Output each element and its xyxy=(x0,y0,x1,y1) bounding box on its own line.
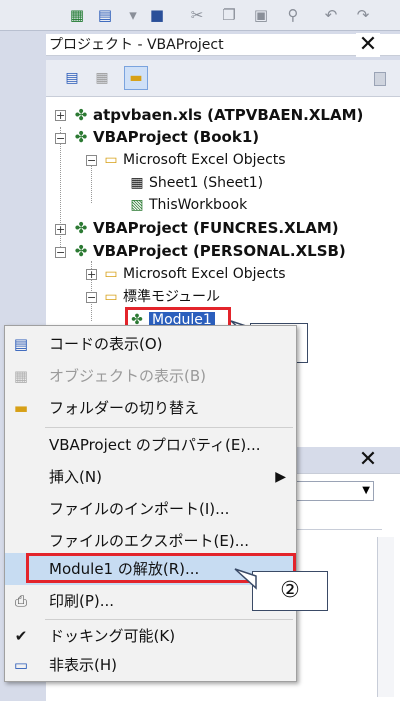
tree-item-label: atpvbaen.xls (ATPVBAEN.XLAM) xyxy=(93,106,364,124)
callout-2-pointer xyxy=(234,568,257,590)
checkmark-icon: ✔ xyxy=(14,627,28,645)
project-panel-title-text: プロジェクト - VBAProject xyxy=(49,37,224,53)
menu-item-label: VBAProject のプロパティ(E)... xyxy=(49,436,261,454)
menu-item-toggle-folders[interactable]: ▬ フォルダーの切り替え xyxy=(5,392,296,424)
folder-icon: ▭ xyxy=(104,289,118,305)
insert-form-icon[interactable]: ▤ xyxy=(94,4,116,26)
view-code-icon: ▤ xyxy=(13,335,29,353)
close-icon[interactable]: ✕ xyxy=(356,448,380,472)
tree-item[interactable]: ✤ atpvbaen.xls (ATPVBAEN.XLAM) xyxy=(72,105,364,125)
menu-item-view-object[interactable]: ▦ オブジェクトの表示(B) xyxy=(5,360,296,392)
tree-item[interactable]: ▭ 標準モジュール xyxy=(102,287,220,307)
tree-item-label: VBAProject (FUNCRES.XLAM) xyxy=(93,219,339,237)
tree-item[interactable]: ✤ VBAProject (Book1) xyxy=(72,127,259,147)
menu-item-label: フォルダーの切り替え xyxy=(49,399,200,417)
menu-item-label: 非表示(H) xyxy=(49,656,117,674)
tree-item[interactable]: ▭ Microsoft Excel Objects xyxy=(102,150,286,170)
worksheet-icon: ▦ xyxy=(130,175,144,191)
project-panel-title: プロジェクト - VBAProject xyxy=(46,34,400,56)
vba-project-icon: ✤ xyxy=(74,106,88,124)
tree-guide xyxy=(60,127,61,257)
close-icon[interactable]: ✕ xyxy=(356,33,380,57)
expand-icon[interactable]: + xyxy=(86,269,97,280)
vba-project-icon: ✤ xyxy=(74,242,88,260)
callout-2-label: ② xyxy=(280,578,300,603)
cut-icon[interactable]: ✂ xyxy=(186,4,208,26)
tree-item-label: Sheet1 (Sheet1) xyxy=(149,175,264,191)
callout-2: ② xyxy=(252,571,328,611)
tree-item-label: VBAProject (Book1) xyxy=(93,128,260,146)
copy-icon[interactable]: ❐ xyxy=(218,4,240,26)
tree-item-label: 標準モジュール xyxy=(123,289,221,305)
menu-item-label: オブジェクトの表示(B) xyxy=(49,367,206,385)
menu-item-label: コードの表示(O) xyxy=(49,335,163,353)
collapse-icon[interactable]: − xyxy=(86,155,97,166)
menu-item-insert[interactable]: 挿入(N) ▶ xyxy=(5,461,296,493)
menu-item-dockable[interactable]: ✔ ドッキング可能(K) xyxy=(5,620,296,652)
view-object-icon[interactable]: ▦ xyxy=(90,66,114,90)
folder-icon: ▬ xyxy=(13,399,29,417)
save-icon[interactable]: ■ xyxy=(146,4,168,26)
menu-item-label: 挿入(N) xyxy=(49,468,102,486)
tree-item[interactable]: ▧ ThisWorkbook xyxy=(128,195,247,215)
expand-icon[interactable]: + xyxy=(55,224,66,235)
view-code-icon[interactable]: ▤ xyxy=(60,66,84,90)
folder-icon: ▭ xyxy=(104,152,118,168)
chevron-down-icon[interactable]: ▾ xyxy=(122,4,144,26)
tree-item[interactable]: ▦ Sheet1 (Sheet1) xyxy=(128,173,263,193)
project-panel-toolbar: ▤ ▦ ▬ xyxy=(46,60,400,97)
scrollbar[interactable] xyxy=(377,537,394,697)
collapse-icon[interactable]: − xyxy=(55,133,66,144)
expand-icon[interactable]: + xyxy=(55,110,66,121)
tree-item[interactable]: ✤ VBAProject (FUNCRES.XLAM) xyxy=(72,218,339,238)
tree-item-label: VBAProject (PERSONAL.XLSB) xyxy=(93,242,346,260)
window-icon: ▭ xyxy=(13,656,29,674)
tree-item-label: Microsoft Excel Objects xyxy=(123,152,286,168)
collapse-icon[interactable]: − xyxy=(55,247,66,258)
menu-item-project-properties[interactable]: VBAProject のプロパティ(E)... xyxy=(5,429,296,461)
vba-project-icon: ✤ xyxy=(74,219,88,237)
chevron-down-icon[interactable]: ▼ xyxy=(362,482,370,500)
paste-icon[interactable]: ▣ xyxy=(250,4,272,26)
view-object-icon: ▦ xyxy=(13,367,29,385)
context-menu: ▤ コードの表示(O) ▦ オブジェクトの表示(B) ▬ フォルダーの切り替え … xyxy=(4,325,297,682)
tree-item[interactable]: ✤ VBAProject (PERSONAL.XLSB) xyxy=(72,241,346,261)
collapse-icon[interactable]: − xyxy=(86,292,97,303)
menu-item-label: ファイルのインポート(I)... xyxy=(49,500,230,518)
workbook-icon: ▧ xyxy=(130,197,144,213)
print-icon: ⎙ xyxy=(14,592,27,610)
undo-icon[interactable]: ↶ xyxy=(320,4,342,26)
submenu-arrow-icon: ▶ xyxy=(275,469,286,485)
menu-item-label: 印刷(P)... xyxy=(49,592,115,610)
redo-icon[interactable]: ↷ xyxy=(352,4,374,26)
menu-item-import-file[interactable]: ファイルのインポート(I)... xyxy=(5,493,296,525)
toggle-folders-icon[interactable]: ▬ xyxy=(124,66,148,90)
tree-item-label: Microsoft Excel Objects xyxy=(123,266,286,282)
folder-icon: ▭ xyxy=(104,266,118,282)
menu-separator xyxy=(45,427,293,428)
menu-item-view-code[interactable]: ▤ コードの表示(O) xyxy=(5,328,296,360)
find-icon[interactable]: ⚲ xyxy=(282,4,304,26)
vbe-toolbar: ▦ ▤ ▾ ■ ✂ ❐ ▣ ⚲ ↶ ↷ xyxy=(0,0,400,31)
tree-item-label: ThisWorkbook xyxy=(149,197,248,213)
menu-item-label: ドッキング可能(K) xyxy=(49,627,176,645)
excel-icon[interactable]: ▦ xyxy=(66,4,88,26)
vba-project-icon: ✤ xyxy=(74,128,88,146)
menu-item-hide[interactable]: ▭ 非表示(H) xyxy=(5,649,296,681)
scrollbar[interactable] xyxy=(374,72,386,86)
tree-item[interactable]: ▭ Microsoft Excel Objects xyxy=(102,264,286,284)
